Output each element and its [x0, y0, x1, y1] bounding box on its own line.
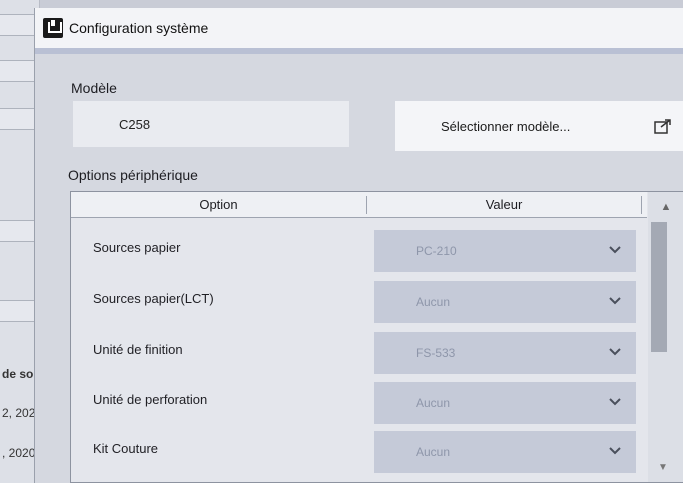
option-label: Sources papier	[93, 240, 181, 255]
option-value-dropdown[interactable]: PC-210	[374, 230, 636, 272]
table-row: Sources papier PC-210	[71, 226, 647, 276]
options-table: Option Valeur Sources papier PC-210 Sour…	[70, 191, 683, 483]
option-value: Aucun	[416, 396, 451, 410]
option-label: Sources papier(LCT)	[93, 291, 214, 306]
option-value-dropdown[interactable]: Aucun	[374, 281, 636, 323]
system-configuration-dialog: Configuration système Modèle C258 Sélect…	[34, 8, 683, 483]
select-model-label: Sélectionner modèle...	[441, 118, 571, 134]
chevron-down-icon	[609, 398, 621, 406]
option-value: FS-533	[416, 346, 456, 360]
option-value: Aucun	[416, 445, 451, 459]
external-link-icon	[654, 119, 671, 134]
option-label: Kit Couture	[93, 441, 159, 456]
table-row: Kit Couture Aucun	[71, 427, 647, 477]
table-header: Option Valeur	[71, 192, 647, 218]
chevron-down-icon	[609, 297, 621, 305]
option-value-dropdown[interactable]: Aucun	[374, 382, 636, 424]
select-model-button[interactable]: Sélectionner modèle...	[395, 101, 683, 151]
column-header-option[interactable]: Option	[71, 195, 367, 214]
option-value: Aucun	[416, 295, 451, 309]
model-value-field: C258	[73, 101, 349, 147]
table-row: Unité de perforation Aucun	[71, 378, 647, 428]
vertical-scrollbar[interactable]: ▲ ▼	[648, 192, 683, 482]
table-row: Sources papier(LCT) Aucun	[71, 277, 647, 327]
option-value: PC-210	[416, 244, 457, 258]
option-value-dropdown[interactable]: Aucun	[374, 431, 636, 473]
option-label: Unité de perforation	[93, 392, 208, 407]
scroll-up-icon[interactable]: ▲	[654, 198, 678, 216]
title-bar[interactable]: Configuration système	[35, 8, 683, 48]
model-section-label: Modèle	[71, 80, 117, 96]
printer-config-icon	[43, 18, 63, 38]
window-title: Configuration système	[69, 20, 209, 36]
options-section-label: Options périphérique	[68, 167, 198, 183]
option-label: Unité de finition	[93, 342, 183, 357]
chevron-down-icon	[609, 348, 621, 356]
column-header-value[interactable]: Valeur	[367, 195, 642, 214]
scroll-down-icon[interactable]: ▼	[654, 462, 672, 478]
table-row: Unité de finition FS-533	[71, 328, 647, 378]
model-value: C258	[119, 116, 151, 132]
chevron-down-icon	[609, 447, 621, 455]
scroll-thumb[interactable]	[651, 222, 667, 352]
title-accent-bar	[35, 48, 683, 54]
chevron-down-icon	[609, 246, 621, 254]
option-value-dropdown[interactable]: FS-533	[374, 332, 636, 374]
